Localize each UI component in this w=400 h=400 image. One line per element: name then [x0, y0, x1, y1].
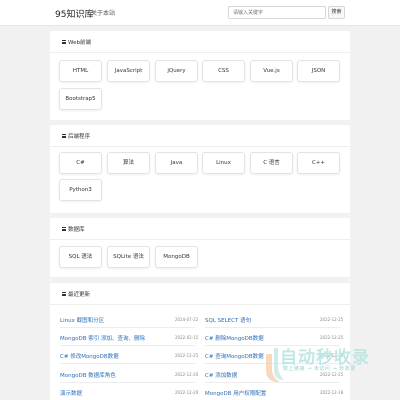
section-title: 后端程序 [68, 134, 91, 140]
tag-algorithm[interactable]: 算法 [107, 152, 150, 174]
nav-about-link[interactable]: 关于本站 [91, 8, 115, 17]
watermark-subtitle: 数上链接 → 未访问 → 秒收录 [283, 366, 356, 372]
section-title: 数据库 [68, 227, 85, 233]
section-title: Web前端 [68, 40, 91, 46]
list-icon [62, 40, 66, 44]
tag-html[interactable]: HTML [59, 60, 102, 82]
tag-cpp[interactable]: C++ [297, 152, 340, 174]
article-date: 2022-12-20 [175, 390, 199, 395]
tag-javascript[interactable]: JavaScript [107, 60, 150, 82]
search-input[interactable] [228, 6, 326, 19]
article-link[interactable]: C# 修改MongoDB数据 [60, 352, 119, 360]
tag-css[interactable]: CSS [202, 60, 245, 82]
list-icon [62, 292, 66, 296]
tag-c-language[interactable]: C 语言 [250, 152, 293, 174]
article-date: 2022-12-20 [175, 372, 199, 377]
tag-mongodb[interactable]: MongoDB [155, 246, 198, 268]
article-link[interactable]: C# 添加数据 [205, 371, 237, 379]
tag-sql-syntax[interactable]: SQL 语法 [59, 246, 102, 268]
search-button[interactable]: 搜索 [328, 6, 345, 19]
section-database: 数据库 SQL 语法 SQLite 语法 MongoDB [50, 218, 350, 277]
row-divider [60, 363, 195, 364]
article-link[interactable]: MongoDB 用户权限配置 [205, 389, 266, 397]
article-link[interactable]: Linux 截图和分区 [60, 316, 104, 324]
article-date: 2022-12-18 [320, 390, 344, 395]
article-link[interactable]: 演示数据 [60, 389, 82, 397]
tag-sqlite-syntax[interactable]: SQLite 语法 [107, 246, 150, 268]
section-header: Web前端 [50, 31, 350, 53]
tag-linux[interactable]: Linux [202, 152, 245, 174]
article-link[interactable]: SQL SELECT 语句 [205, 316, 251, 324]
row-divider [205, 327, 340, 328]
article-date: 2022-12-25 [320, 317, 344, 322]
tag-java[interactable]: Java [155, 152, 198, 174]
section-title: 最近更新 [68, 292, 91, 298]
row-divider [60, 345, 195, 346]
row-divider [60, 382, 195, 383]
article-date: 2024-07-22 [175, 317, 199, 322]
tag-bootstrap5[interactable]: Bootstrap5 [59, 88, 102, 110]
article-link[interactable]: C# 查询MongoDB数据 [205, 352, 264, 360]
article-link[interactable]: MongoDB 索引 添加、查询、删除 [60, 334, 145, 342]
tag-json[interactable]: JSON [297, 60, 340, 82]
site-logo[interactable]: 95知识库 [55, 7, 93, 20]
article-date: 2022-02-15 [175, 335, 199, 340]
list-icon [62, 227, 66, 231]
tag-python3[interactable]: Python3 [59, 179, 102, 201]
section-header: 数据库 [50, 218, 350, 240]
tag-csharp[interactable]: C# [59, 152, 102, 174]
row-divider [60, 327, 195, 328]
section-header: 后端程序 [50, 125, 350, 147]
section-header: 最近更新 [50, 283, 350, 305]
section-backend: 后端程序 C# 算法 Java Linux C 语言 C++ Python3 [50, 125, 350, 213]
article-link[interactable]: C# 删除MongoDB数据 [205, 334, 264, 342]
article-date: 2022-12-25 [175, 353, 199, 358]
section-web-frontend: Web前端 HTML JavaScript jQuery CSS Vue.js … [50, 31, 350, 120]
tag-jquery[interactable]: jQuery [155, 60, 198, 82]
list-icon [62, 134, 66, 138]
top-nav-bar: 95知识库 关于本站 搜索 [0, 0, 400, 26]
article-link[interactable]: MongoDB 数据库角色 [60, 371, 116, 379]
tag-vuejs[interactable]: Vue.js [250, 60, 293, 82]
